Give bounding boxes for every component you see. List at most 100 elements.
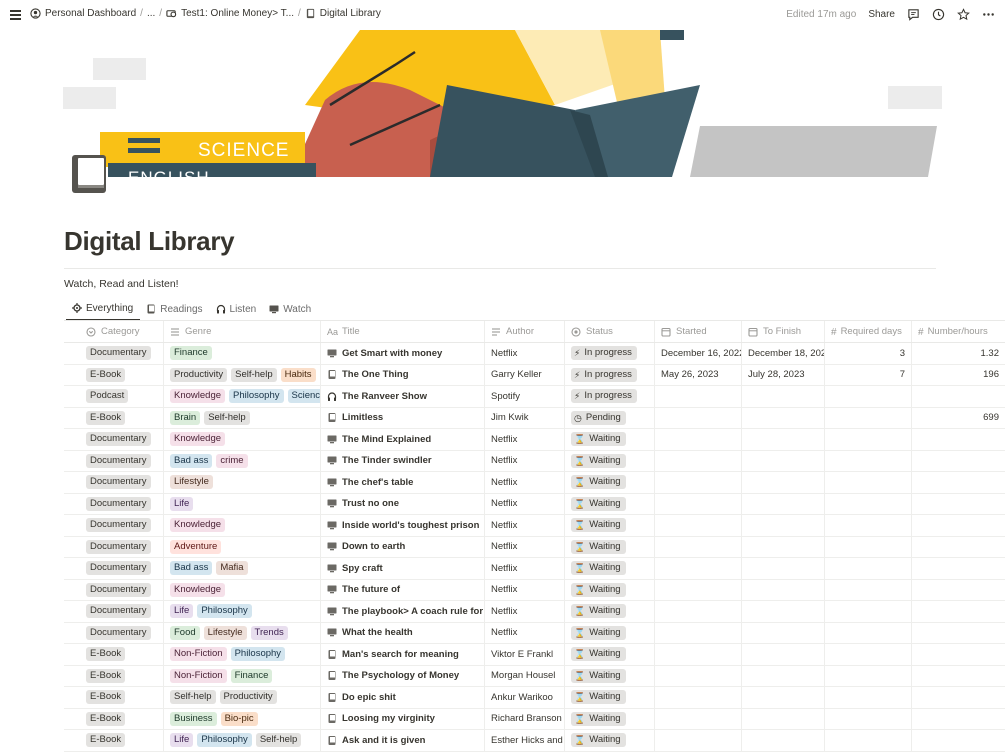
more-options-icon[interactable] bbox=[982, 8, 995, 21]
number-hours-cell[interactable] bbox=[912, 472, 1005, 493]
author-cell[interactable]: Esther Hicks and Jerry Hicks bbox=[485, 730, 565, 751]
category-cell[interactable]: Documentary bbox=[64, 536, 164, 557]
number-hours-cell[interactable] bbox=[912, 386, 1005, 407]
status-pending-badge[interactable]: ◷ Pending bbox=[571, 410, 626, 425]
status-in-progress-badge[interactable]: ⚡ In progress bbox=[571, 389, 637, 404]
item-title[interactable]: Spy craft bbox=[342, 563, 383, 574]
tab-watch[interactable]: Watch bbox=[263, 300, 318, 318]
category-cell[interactable]: E-Book bbox=[64, 407, 164, 428]
started-date-cell[interactable] bbox=[655, 493, 742, 514]
status-cell[interactable]: ⌛ Waiting bbox=[565, 730, 655, 751]
breadcrumb-item-dashboard[interactable]: Personal Dashboard bbox=[30, 8, 136, 19]
title-cell[interactable]: Inside world's toughest prison bbox=[321, 515, 485, 536]
status-waiting-badge[interactable]: ⌛ Waiting bbox=[571, 518, 626, 533]
genre-cell[interactable]: Productivity Self-help Habits bbox=[164, 364, 321, 385]
table-row[interactable]: E-Book Brain Self-help Limitless Jim Kwik ◷ Pe… bbox=[64, 407, 1005, 429]
item-title[interactable]: The Psychology of Money bbox=[342, 670, 459, 681]
title-cell[interactable]: Do epic shit bbox=[321, 687, 485, 708]
category-cell[interactable]: Documentary bbox=[64, 429, 164, 450]
item-title[interactable]: Get Smart with money bbox=[342, 348, 442, 359]
number-hours-cell[interactable]: 196 bbox=[912, 365, 1005, 386]
genre-tag[interactable]: Lifestyle bbox=[170, 475, 213, 490]
genre-tag[interactable]: Life bbox=[170, 604, 194, 619]
header-genre[interactable]: Genre bbox=[164, 321, 321, 342]
status-cell[interactable]: ⌛ Waiting bbox=[565, 601, 655, 622]
genre-tag[interactable]: Philosophy bbox=[230, 647, 286, 662]
table-row[interactable]: Documentary Lifestyle The chef's table Netf… bbox=[64, 472, 1005, 494]
category-tag[interactable]: E-Book bbox=[86, 690, 126, 705]
finish-date-cell[interactable] bbox=[742, 515, 825, 536]
title-cell[interactable]: The chef's table bbox=[321, 472, 485, 493]
category-tag[interactable]: Documentary bbox=[86, 582, 151, 597]
status-waiting-badge[interactable]: ⌛ Waiting bbox=[571, 453, 626, 468]
genre-tag[interactable]: Non-Fiction bbox=[170, 668, 227, 683]
finish-date-cell[interactable] bbox=[742, 407, 825, 428]
required-days-cell[interactable] bbox=[825, 622, 912, 643]
number-hours-cell[interactable] bbox=[912, 623, 1005, 644]
status-waiting-badge[interactable]: ⌛ Waiting bbox=[571, 668, 626, 683]
finish-date-cell[interactable] bbox=[742, 579, 825, 600]
status-waiting-badge[interactable]: ⌛ Waiting bbox=[571, 625, 626, 640]
genre-cell[interactable]: Bad ass Mafia bbox=[164, 558, 321, 579]
header-category[interactable]: Category bbox=[64, 321, 164, 342]
required-days-cell[interactable] bbox=[825, 579, 912, 600]
table-row[interactable]: Documentary Knowledge The Mind Explained Ne… bbox=[64, 429, 1005, 451]
required-days-cell[interactable]: 7 bbox=[825, 364, 912, 385]
genre-tag[interactable]: Knowledge bbox=[170, 518, 226, 533]
genre-tag[interactable]: Business bbox=[170, 711, 217, 726]
genre-tag[interactable]: Self-help bbox=[204, 410, 250, 425]
genre-cell[interactable]: Non-Fiction Philosophy bbox=[164, 644, 321, 665]
number-hours-cell[interactable] bbox=[912, 730, 1005, 751]
number-hours-cell[interactable] bbox=[912, 709, 1005, 730]
started-date-cell[interactable] bbox=[655, 450, 742, 471]
genre-tag[interactable]: Food bbox=[170, 625, 200, 640]
category-tag[interactable]: Documentary bbox=[86, 561, 151, 576]
started-date-cell[interactable] bbox=[655, 536, 742, 557]
title-cell[interactable]: Get Smart with money bbox=[321, 343, 485, 364]
required-days-cell[interactable] bbox=[825, 708, 912, 729]
genre-cell[interactable]: Food Lifestyle Trends bbox=[164, 622, 321, 643]
breadcrumb-item-test1[interactable]: Test1: Online Money> T... bbox=[166, 8, 294, 19]
table-row[interactable]: Documentary Food Lifestyle Trends What the h… bbox=[64, 622, 1005, 644]
tab-listen[interactable]: Listen bbox=[210, 300, 264, 318]
category-tag[interactable]: Documentary bbox=[86, 625, 151, 640]
star-icon[interactable] bbox=[957, 8, 970, 21]
author-cell[interactable]: Netflix bbox=[485, 579, 565, 600]
genre-tag[interactable]: Finance bbox=[230, 668, 273, 683]
item-title[interactable]: Ask and it is given bbox=[342, 735, 425, 746]
required-days-cell[interactable] bbox=[825, 515, 912, 536]
finish-date-cell[interactable] bbox=[742, 493, 825, 514]
title-cell[interactable]: Spy craft bbox=[321, 558, 485, 579]
category-tag[interactable]: Documentary bbox=[86, 539, 151, 554]
finish-date-cell[interactable]: July 28, 2023 bbox=[742, 364, 825, 385]
genre-tag[interactable]: Adventure bbox=[170, 539, 222, 554]
author-cell[interactable]: Morgan Housel bbox=[485, 665, 565, 686]
genre-tag[interactable]: Finance bbox=[170, 346, 212, 361]
finish-date-cell[interactable]: December 18, 2022 bbox=[742, 343, 825, 364]
item-title[interactable]: The Mind Explained bbox=[342, 434, 431, 445]
genre-tag[interactable]: Philosophy bbox=[197, 604, 252, 619]
number-hours-cell[interactable] bbox=[912, 429, 1005, 450]
finish-date-cell[interactable] bbox=[742, 622, 825, 643]
genre-cell[interactable]: Self-help Productivity bbox=[164, 687, 321, 708]
status-cell[interactable]: ⌛ Waiting bbox=[565, 450, 655, 471]
tab-readings[interactable]: Readings bbox=[140, 300, 209, 318]
table-row[interactable]: E-Book Productivity Self-help Habits The One… bbox=[64, 364, 1005, 386]
genre-tag[interactable]: Non-Fiction bbox=[170, 647, 227, 662]
category-tag[interactable]: Documentary bbox=[86, 453, 151, 468]
table-row[interactable]: E-Book Self-help Productivity Do epic shit A… bbox=[64, 687, 1005, 709]
title-cell[interactable]: Limitless bbox=[321, 407, 485, 428]
page-subtitle[interactable]: Watch, Read and Listen! bbox=[64, 278, 179, 290]
table-row[interactable]: Documentary Bad ass crime The Tinder swindl… bbox=[64, 450, 1005, 472]
started-date-cell[interactable] bbox=[655, 579, 742, 600]
title-cell[interactable]: Down to earth bbox=[321, 536, 485, 557]
title-cell[interactable]: Man's search for meaning bbox=[321, 644, 485, 665]
started-date-cell[interactable] bbox=[655, 558, 742, 579]
status-cell[interactable]: ⌛ Waiting bbox=[565, 708, 655, 729]
category-cell[interactable]: Documentary bbox=[64, 601, 164, 622]
author-cell[interactable]: Netflix bbox=[485, 558, 565, 579]
category-cell[interactable]: Documentary bbox=[64, 450, 164, 471]
category-cell[interactable]: Documentary bbox=[64, 493, 164, 514]
started-date-cell[interactable] bbox=[655, 730, 742, 751]
required-days-cell[interactable] bbox=[825, 665, 912, 686]
